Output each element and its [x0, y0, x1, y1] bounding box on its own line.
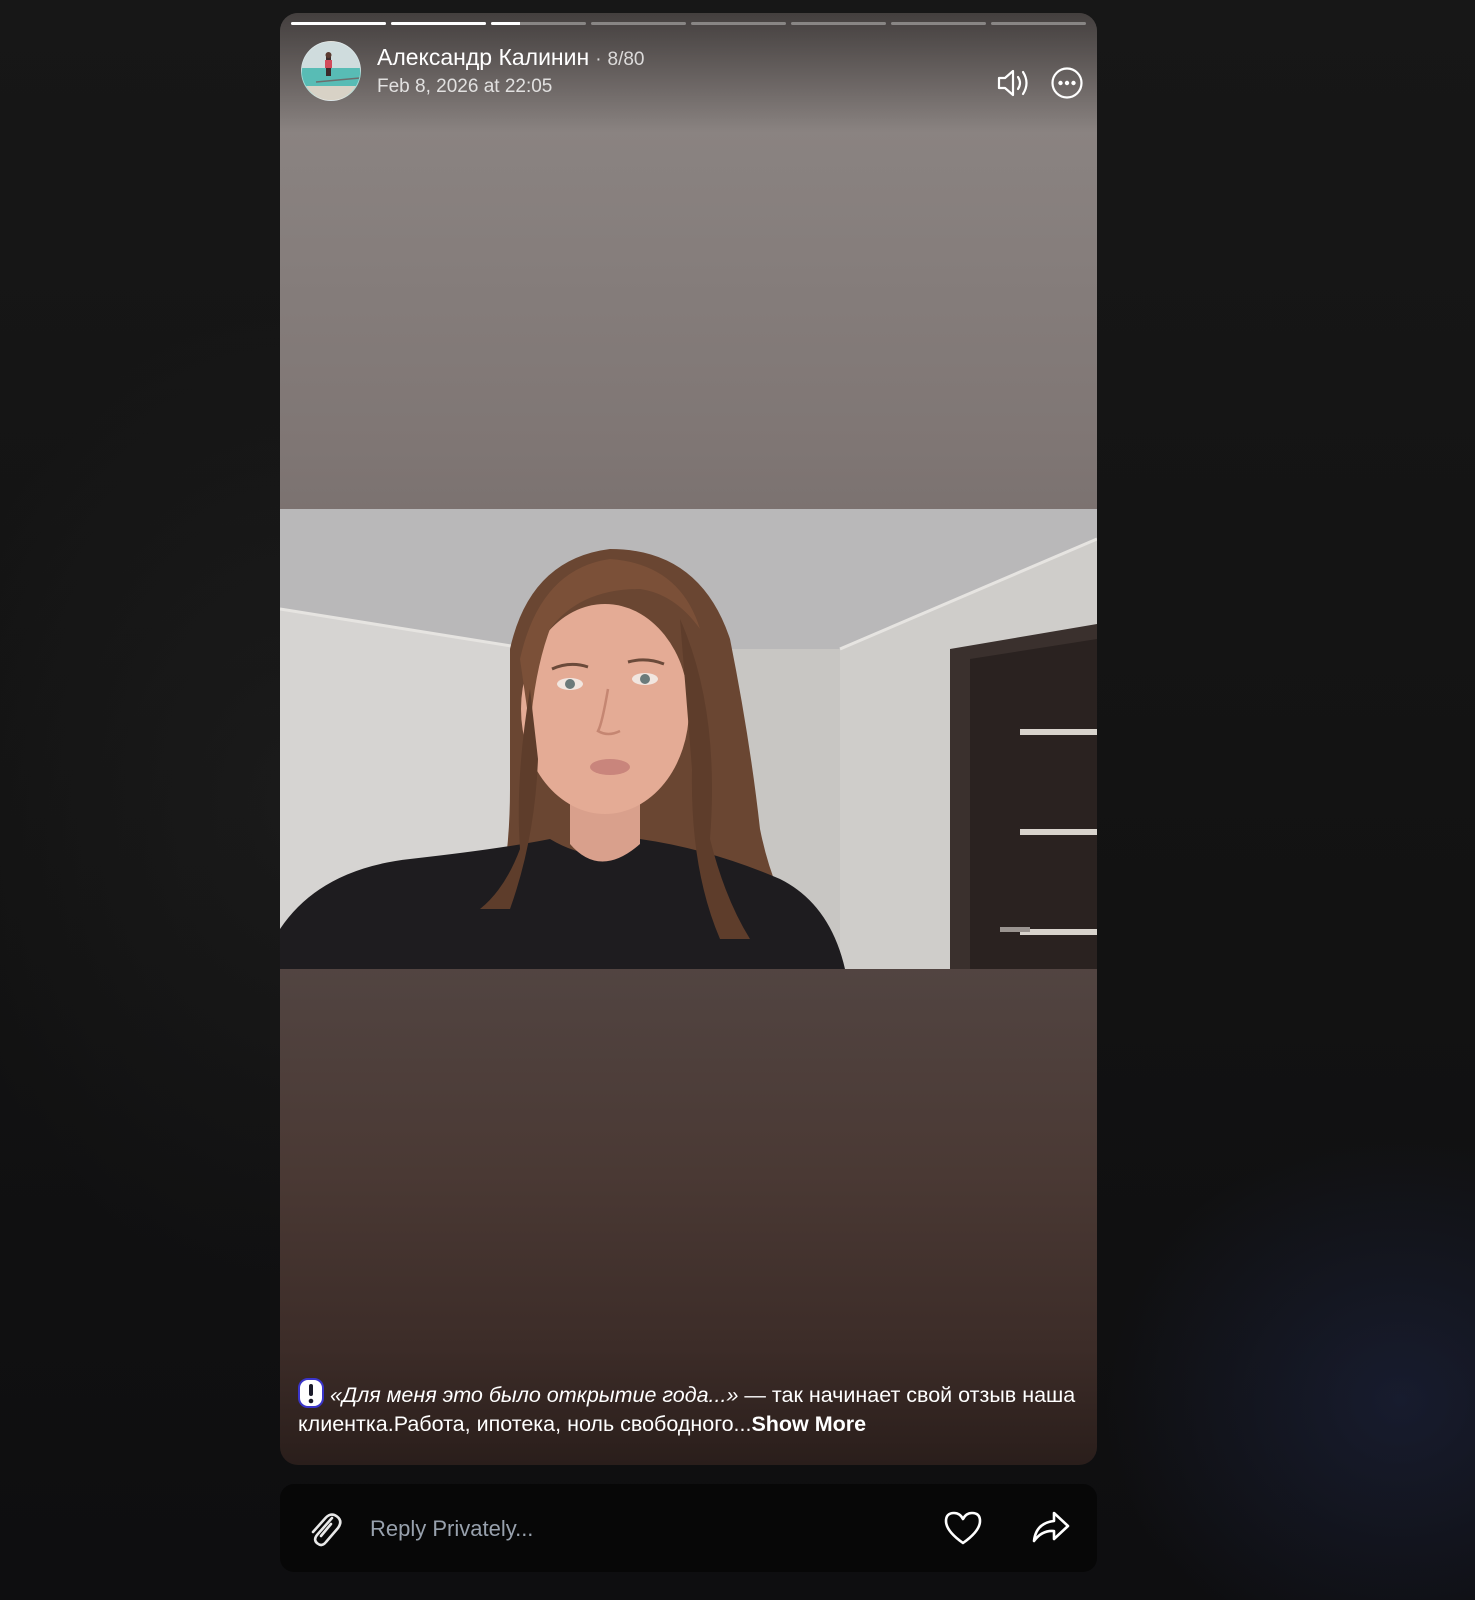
video-frame [280, 509, 1097, 969]
story-viewer[interactable]: Александр Калинин · 8/80 Feb 8, 2026 at 22… [280, 13, 1097, 1465]
volume-button[interactable] [996, 67, 1034, 99]
more-options-icon [1051, 67, 1083, 99]
share-icon [1032, 1511, 1070, 1543]
author-name[interactable]: Александр Калинин [377, 44, 589, 70]
progress-segment [691, 22, 786, 25]
progress-segment-fill [391, 22, 486, 25]
more-options-button[interactable] [1050, 66, 1084, 100]
caption-quote: «Для меня это было открытие года...» [330, 1383, 739, 1407]
separator-dot: · [595, 49, 602, 70]
avatar[interactable] [301, 41, 361, 101]
avatar-image [302, 42, 360, 100]
story-author[interactable]: Александр Калинин · 8/80 [377, 44, 645, 71]
story-top-shade [280, 13, 1097, 133]
share-button[interactable] [1030, 1508, 1072, 1548]
story-counter: 8/80 [607, 49, 645, 70]
progress-segment-fill [491, 22, 520, 25]
reply-input[interactable] [368, 1511, 912, 1547]
progress-segment [391, 22, 486, 25]
story-progress-bar [291, 22, 1086, 26]
show-more-link[interactable]: Show More [751, 1412, 866, 1436]
progress-segment-fill [291, 22, 386, 25]
paperclip-icon [311, 1513, 342, 1547]
progress-segment [791, 22, 886, 25]
progress-segment [591, 22, 686, 25]
story-caption: «Для меня это было открытие года...» — т… [298, 1378, 1078, 1439]
progress-segment [291, 22, 386, 25]
attach-button[interactable] [304, 1508, 346, 1550]
exclamation-icon [298, 1378, 324, 1408]
like-button[interactable] [942, 1508, 984, 1548]
story-date: Feb 8, 2026 at 22:05 [377, 76, 553, 97]
story-video[interactable] [280, 509, 1097, 969]
reply-bar [280, 1484, 1097, 1572]
progress-segment [991, 22, 1086, 25]
progress-segment [891, 22, 986, 25]
volume-icon [997, 69, 1028, 97]
heart-icon [944, 1511, 982, 1545]
progress-segment [491, 22, 586, 25]
